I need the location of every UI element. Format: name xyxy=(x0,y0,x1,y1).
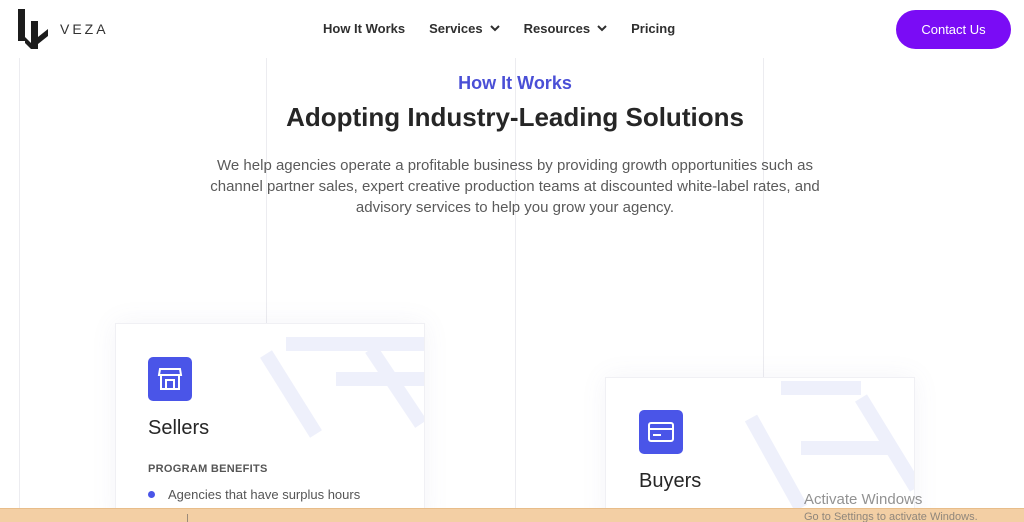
nav-item-services[interactable]: Services xyxy=(429,21,500,36)
card-watermark-icon xyxy=(260,337,424,438)
list-item: Agencies that have surplus hours xyxy=(148,486,393,504)
storefront-icon xyxy=(148,357,192,401)
benefit-text: Agencies that have surplus hours xyxy=(168,487,361,502)
contact-us-button[interactable]: Contact Us xyxy=(896,10,1011,49)
veza-logo-icon xyxy=(18,9,48,49)
nav-item-pricing[interactable]: Pricing xyxy=(631,21,675,36)
nav-item-resources[interactable]: Resources xyxy=(524,21,607,36)
section-description: We help agencies operate a profitable bu… xyxy=(210,157,820,216)
buyers-title: Buyers xyxy=(639,470,702,492)
chevron-down-icon xyxy=(489,25,500,32)
chevron-down-icon xyxy=(597,25,607,32)
section-title: Adopting Industry-Leading Solutions xyxy=(286,102,744,132)
sellers-card: Sellers PROGRAM BENEFITS Agencies that h… xyxy=(115,323,425,522)
activate-windows-subtitle: Go to Settings to activate Windows. xyxy=(804,511,978,522)
nav-item-label: Services xyxy=(429,21,483,36)
sellers-title: Sellers xyxy=(148,417,210,439)
nav-item-how-it-works[interactable]: How It Works xyxy=(323,21,405,36)
site-header: VEZA How It Works Services Resources Pri… xyxy=(0,0,1024,58)
logo[interactable]: VEZA xyxy=(18,9,109,49)
nav-item-label: How It Works xyxy=(323,21,406,36)
activate-windows-title: Activate Windows xyxy=(804,491,923,508)
taskbar-divider xyxy=(187,514,188,522)
program-benefits-label: PROGRAM BENEFITS xyxy=(148,463,268,475)
main-nav: How It Works Services Resources Pricing xyxy=(323,21,699,36)
credit-card-icon xyxy=(639,410,683,454)
nav-item-label: Pricing xyxy=(631,21,676,36)
nav-item-label: Resources xyxy=(523,21,591,36)
logo-wordmark: VEZA xyxy=(60,21,109,37)
bullet-icon xyxy=(148,491,155,498)
section-eyebrow: How It Works xyxy=(458,73,572,93)
